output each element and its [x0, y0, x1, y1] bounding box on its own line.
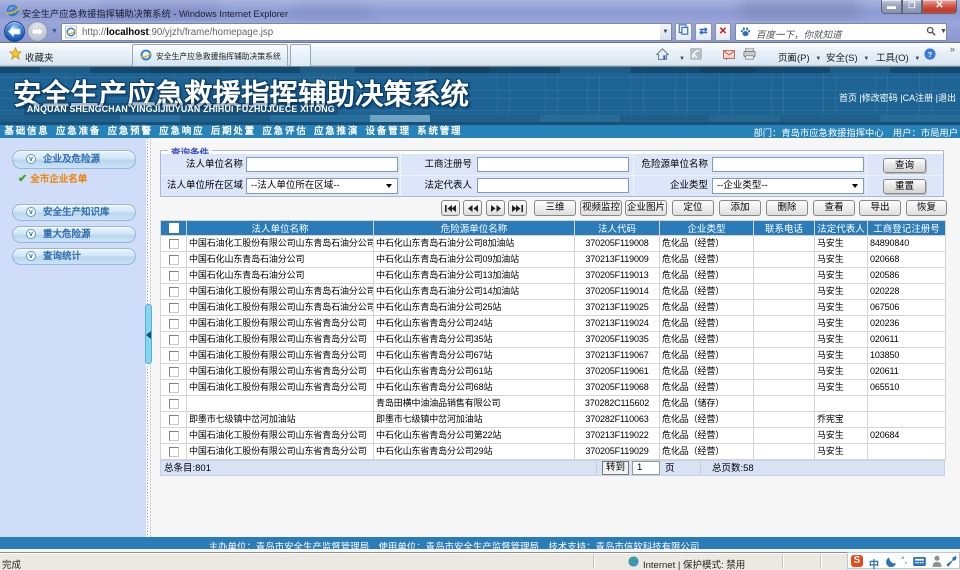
- svg-text:?: ?: [928, 50, 933, 59]
